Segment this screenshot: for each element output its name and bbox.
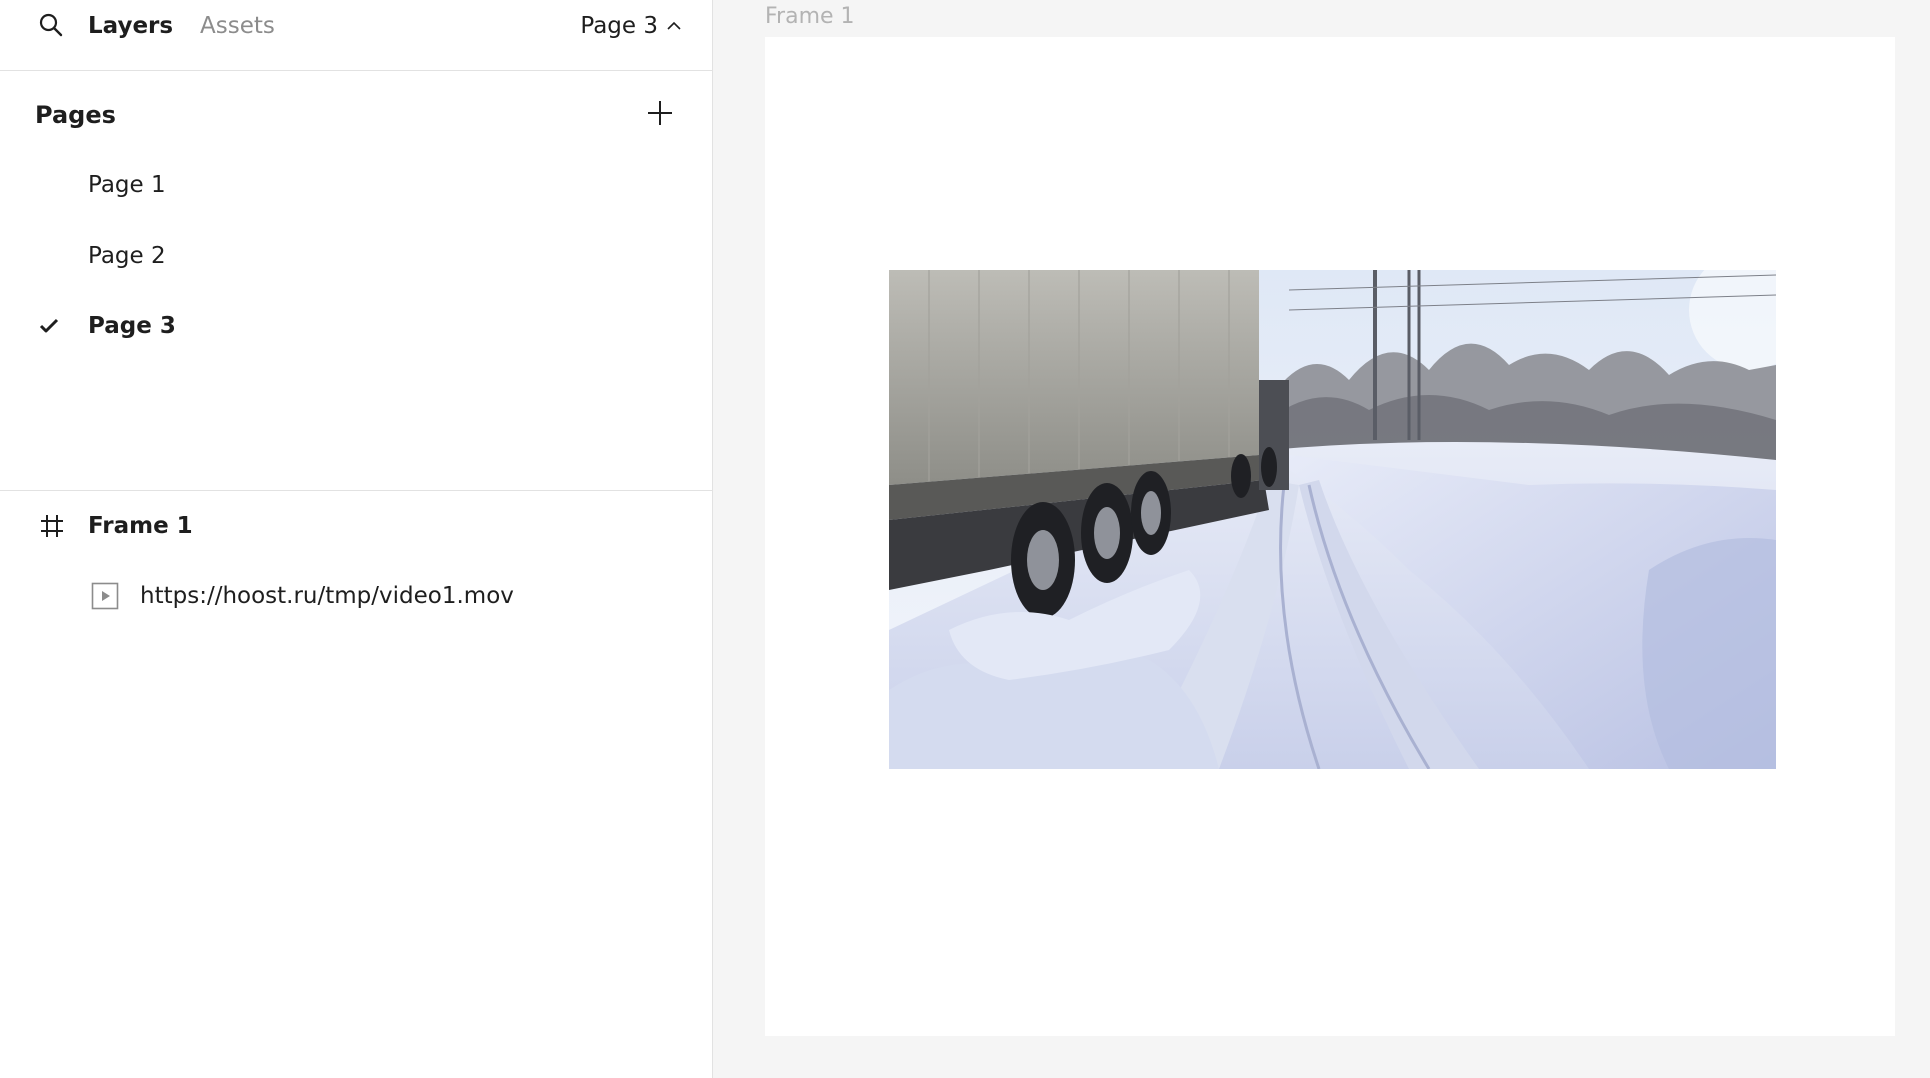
canvas[interactable]: Frame 1 [714, 0, 1930, 1078]
frame-hash-icon [38, 512, 66, 540]
layer-label: https://hoost.ru/tmp/video1.mov [140, 583, 514, 609]
tab-assets[interactable]: Assets [200, 9, 275, 43]
pages-title: Pages [35, 101, 116, 129]
video-thumbnail [889, 270, 1776, 769]
panel-header: Layers Assets Page 3 [0, 0, 712, 71]
video-play-icon [91, 582, 119, 610]
pages-section: Pages Page 1 Page 2 Page 3 [0, 72, 712, 491]
layer-video[interactable]: https://hoost.ru/tmp/video1.mov [0, 568, 712, 624]
page-item-page-1[interactable]: Page 1 [0, 157, 712, 213]
search-icon [38, 12, 64, 42]
frame-1[interactable] [765, 37, 1895, 1036]
video-element[interactable] [889, 270, 1776, 769]
chevron-up-icon [666, 20, 682, 32]
page-item-label: Page 2 [88, 243, 166, 269]
layer-label: Frame 1 [88, 513, 193, 539]
plus-icon [646, 99, 674, 131]
checkmark-icon [38, 315, 60, 337]
layers-panel: Layers Assets Page 3 Pages Page 1 Page 2… [0, 0, 713, 1078]
frame-label[interactable]: Frame 1 [765, 4, 855, 29]
page-item-page-3[interactable]: Page 3 [0, 298, 712, 354]
page-item-label: Page 1 [88, 172, 166, 198]
page-switcher[interactable]: Page 3 [580, 9, 682, 43]
page-item-label: Page 3 [88, 313, 176, 339]
layer-frame-1[interactable]: Frame 1 [0, 498, 712, 554]
search-button[interactable] [34, 10, 68, 44]
current-page-label: Page 3 [580, 13, 658, 39]
add-page-button[interactable] [643, 98, 677, 132]
tab-layers[interactable]: Layers [88, 9, 173, 43]
page-item-page-2[interactable]: Page 2 [0, 228, 712, 284]
